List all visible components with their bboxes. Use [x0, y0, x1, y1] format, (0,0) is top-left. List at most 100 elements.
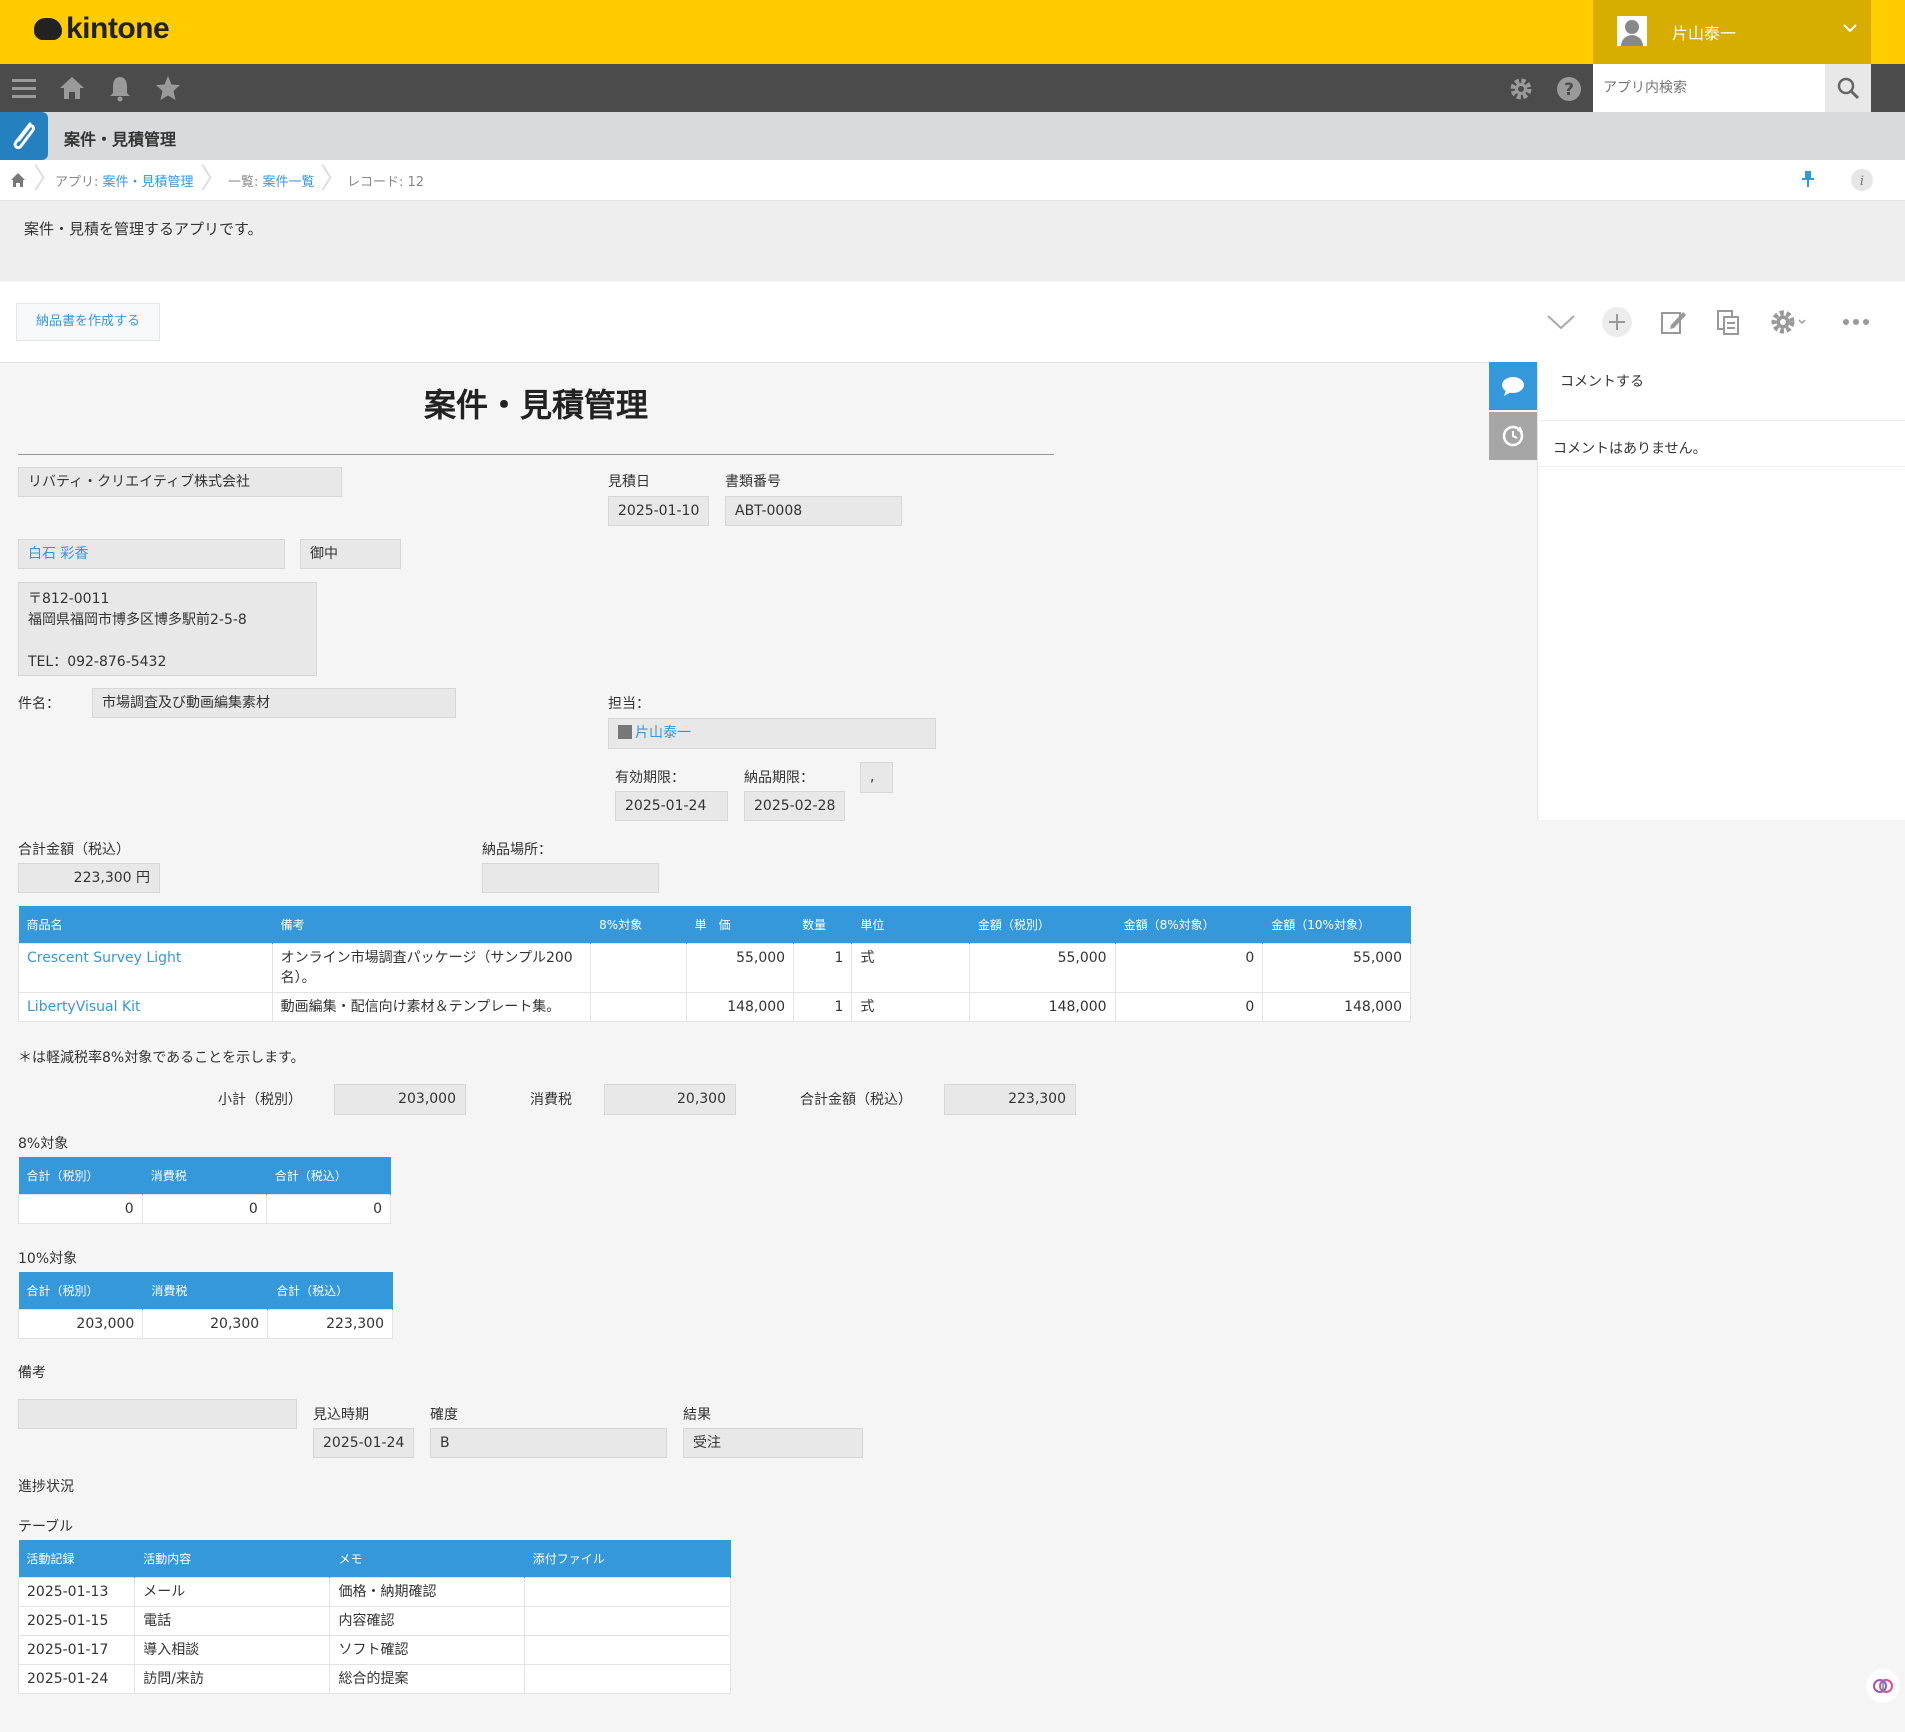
breadcrumb-separator: 〉 — [320, 162, 349, 195]
bell-icon[interactable] — [106, 74, 134, 106]
address-line: TEL：092-876-5432 — [28, 654, 167, 670]
user-name[interactable]: 片山泰一 — [1672, 20, 1736, 44]
table-cell: 0 — [1114, 992, 1264, 1022]
expected-period-label: 見込時期 — [313, 1407, 369, 1423]
estimate-date-label: 見積日 — [608, 474, 650, 490]
table-cell: 2025-01-17 — [17, 1635, 136, 1665]
doc-number-label: 書類番号 — [725, 474, 781, 490]
valid-until-label: 有効期限： — [615, 770, 685, 786]
staff-user-link[interactable]: 片山泰一 — [635, 725, 691, 741]
rate10-table: 合計（税別） 消費税 合計（税込） 203,000 20,300 223,300 — [17, 1272, 393, 1339]
column-header: 単 価 — [686, 906, 795, 944]
table-cell: 203,000 — [17, 1309, 144, 1339]
column-header: 消費税 — [142, 1272, 269, 1310]
table-cell: メール — [134, 1577, 331, 1607]
app-search-input[interactable] — [1593, 64, 1825, 112]
create-delivery-note-button[interactable]: 納品書を作成する — [16, 303, 160, 341]
write-comment-input[interactable]: コメントする — [1560, 371, 1644, 391]
address-field: 〒812-0011 福岡県福岡市博多区博多駅前2-5-8 TEL：092-876… — [18, 582, 317, 676]
divider — [1537, 466, 1905, 467]
total-field: 223,300 円 — [18, 863, 160, 893]
column-header: 単位 — [851, 906, 970, 944]
table-cell: 0 — [18, 1194, 143, 1224]
table-cell: 0 — [265, 1194, 392, 1224]
column-header: 金額（10%対象） — [1262, 906, 1411, 944]
assistant-widget-button[interactable] — [1866, 1669, 1900, 1703]
history-icon — [1502, 425, 1524, 447]
home-icon[interactable] — [10, 172, 26, 192]
address-line: 〒812-0011 — [28, 591, 110, 607]
divider — [1537, 420, 1905, 421]
search-button[interactable] — [1825, 64, 1871, 112]
remarks-field — [18, 1399, 297, 1429]
app-title[interactable]: 案件・見積管理 — [64, 126, 176, 150]
kintone-logo[interactable]: kintone — [34, 12, 170, 46]
table-cell — [523, 1606, 732, 1636]
breadcrumb-app[interactable]: アプリ: 案件・見積管理 — [55, 171, 194, 190]
grand-total-field: 223,300 — [944, 1084, 1076, 1115]
gear-icon[interactable] — [1508, 76, 1534, 106]
subtotal-label: 小計（税別） — [218, 1092, 302, 1108]
table-cell: 0 — [141, 1194, 267, 1224]
rate8-table: 合計（税別） 消費税 合計（税込） 0 0 0 — [18, 1157, 392, 1224]
column-header: 添付ファイル — [524, 1540, 732, 1578]
delivery-deadline-field: 2025-02-28 — [744, 791, 845, 821]
menu-icon[interactable] — [10, 74, 38, 106]
comment-panel — [1537, 362, 1905, 820]
contact-name-field[interactable]: 白石 彩香 — [18, 539, 285, 569]
user-avatar-icon — [1617, 16, 1647, 46]
table-cell: 223,300 — [267, 1309, 393, 1339]
column-header: 8%対象 — [590, 906, 687, 944]
pin-icon[interactable] — [1800, 170, 1816, 192]
table-cell: オンライン市場調査パッケージ（サンプル200名）。 — [271, 943, 592, 993]
svg-text:?: ? — [1564, 80, 1574, 100]
misc-field: , — [860, 762, 893, 793]
total-label: 合計金額（税込） — [18, 842, 130, 858]
star-icon[interactable] — [154, 74, 182, 106]
record-settings-gear-icon[interactable] — [1770, 308, 1810, 340]
table-row: 2025-01-17 導入相談 ソフト確認 — [17, 1635, 732, 1665]
column-header: 活動内容 — [134, 1540, 331, 1578]
table-cell: ソフト確認 — [329, 1635, 525, 1665]
table-cell: 148,000 — [1262, 992, 1411, 1022]
table-cell: 2025-01-13 — [17, 1577, 136, 1607]
table-cell: 55,000 — [968, 943, 1116, 993]
more-options-icon[interactable] — [1842, 316, 1870, 332]
no-comments-text: コメントはありません。 — [1553, 441, 1707, 457]
chevron-down-icon[interactable] — [1842, 20, 1858, 40]
breadcrumb-separator: 〉 — [200, 162, 229, 195]
paperclip-icon[interactable] — [0, 112, 48, 160]
edit-icon[interactable] — [1659, 308, 1687, 340]
column-header: メモ — [329, 1540, 525, 1578]
breadcrumb-view[interactable]: 一覧: 案件一覧 — [228, 171, 315, 190]
table-cell: 総合的提案 — [329, 1664, 525, 1694]
certainty-field: B — [430, 1428, 667, 1458]
add-record-button[interactable] — [1601, 306, 1633, 342]
address-line — [28, 631, 307, 652]
table-row: Crescent Survey Light オンライン市場調査パッケージ（サンプ… — [18, 943, 1411, 993]
duplicate-icon[interactable] — [1714, 308, 1742, 340]
svg-text:i: i — [1860, 174, 1864, 189]
subject-label: 件名： — [18, 696, 60, 712]
table-cell: 148,000 — [685, 992, 795, 1022]
product-name-link[interactable]: LibertyVisual Kit — [18, 992, 273, 1022]
result-field: 受注 — [683, 1428, 863, 1458]
table-cell: 導入相談 — [134, 1635, 331, 1665]
brain-icon — [1873, 1679, 1893, 1693]
chevron-down-icon[interactable] — [1546, 310, 1576, 338]
table-cell — [523, 1635, 732, 1665]
table-cell: 訪問/来訪 — [134, 1664, 331, 1694]
home-icon[interactable] — [58, 74, 86, 106]
history-tab[interactable] — [1489, 412, 1537, 460]
cloud-icon — [34, 18, 62, 40]
info-icon[interactable]: i — [1850, 168, 1874, 196]
grand-total-label: 合計金額（税込） — [800, 1092, 912, 1108]
table-cell: 式 — [851, 992, 970, 1022]
help-icon[interactable]: ? — [1556, 76, 1582, 106]
product-name-link[interactable]: Crescent Survey Light — [18, 943, 273, 993]
column-header: 合計（税別） — [18, 1272, 144, 1310]
remarks-label: 備考 — [18, 1365, 46, 1381]
comments-tab[interactable] — [1489, 362, 1537, 410]
estimate-date-field: 2025-01-10 — [608, 496, 709, 526]
table-cell: 55,000 — [685, 943, 795, 993]
